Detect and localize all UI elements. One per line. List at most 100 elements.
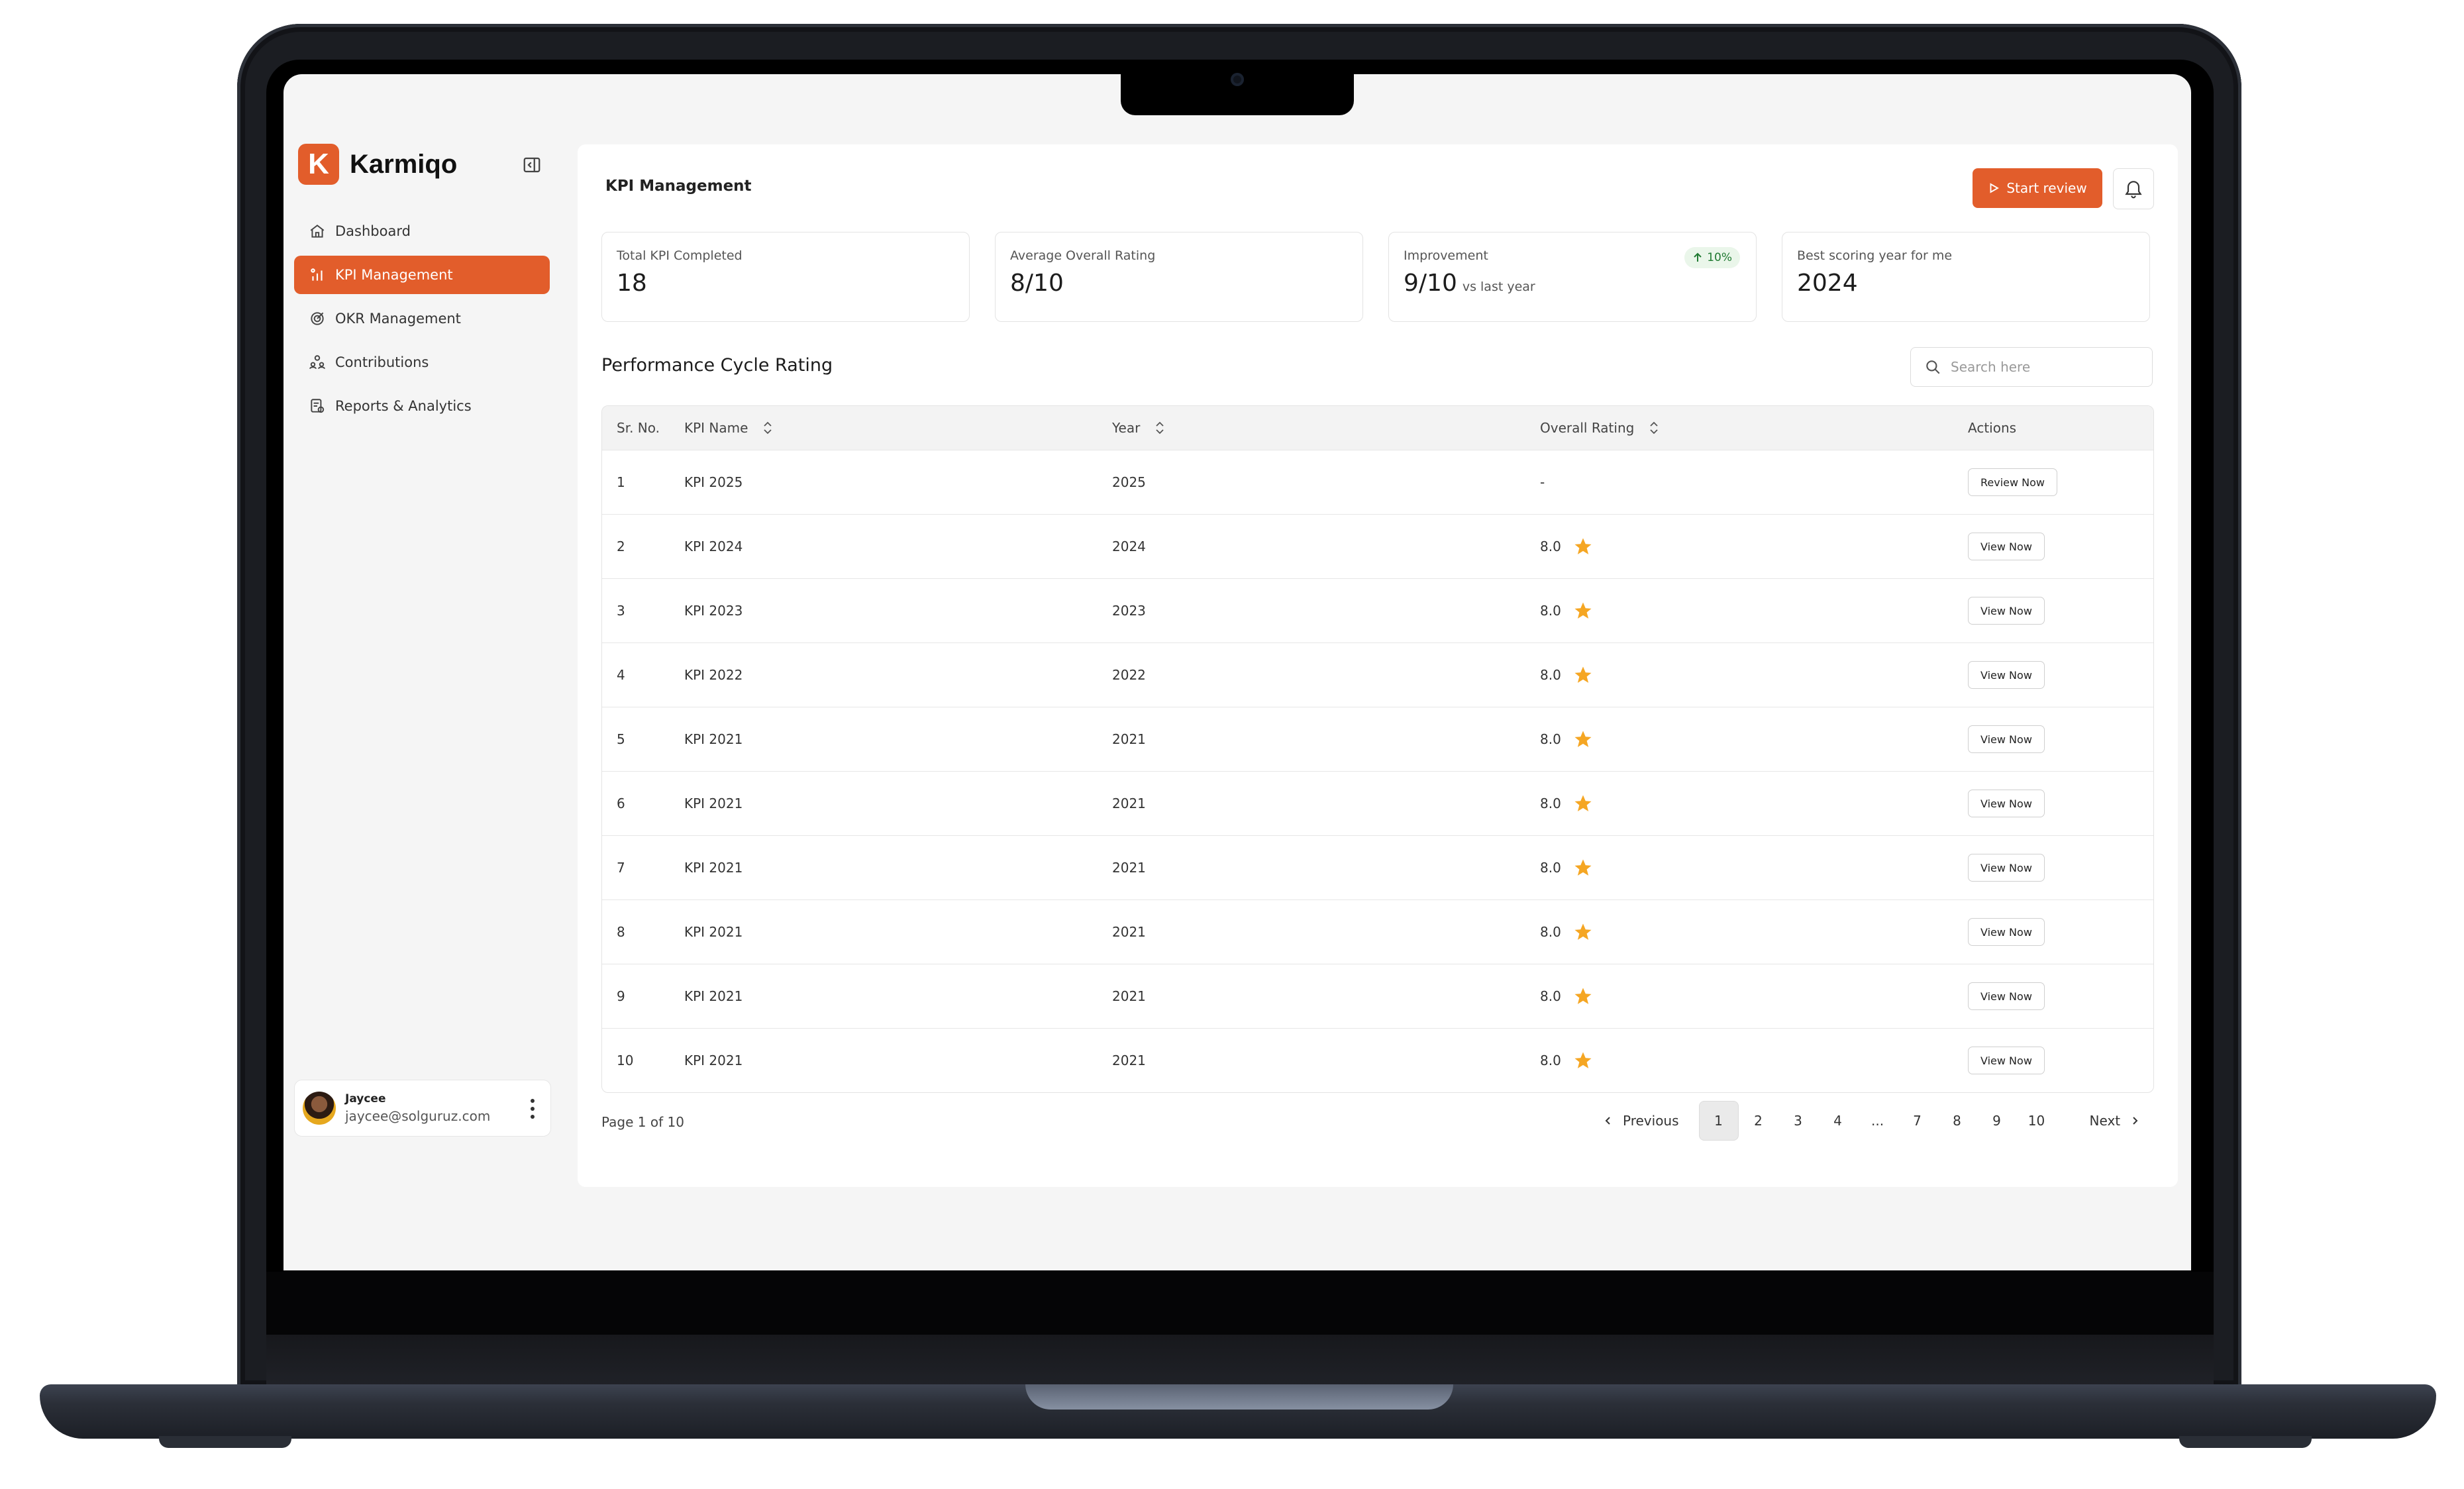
cell-year: 2021	[1112, 1053, 1146, 1068]
sidebar-item-label: Reports & Analytics	[335, 398, 472, 414]
sidebar-item-dashboard[interactable]: Dashboard	[294, 212, 550, 250]
section-title: Performance Cycle Rating	[601, 355, 833, 376]
cell-year: 2022	[1112, 667, 1146, 683]
page-number-button[interactable]: 8	[1937, 1101, 1977, 1141]
cell-kpi-name: KPI 2021	[684, 860, 743, 876]
report-icon	[311, 399, 325, 413]
logo[interactable]: K Karmiqo	[298, 143, 457, 185]
stat-card-total-kpi: Total KPI Completed 18	[601, 232, 970, 322]
header-label: KPI Name	[684, 420, 748, 436]
cell-actions: View Now	[1952, 854, 2153, 882]
previous-page-button[interactable]: Previous	[1591, 1101, 1691, 1141]
header-label: Year	[1112, 420, 1141, 436]
kpi-table: Sr. No. KPI Name Year Overall Rating Act…	[601, 405, 2154, 1093]
rating-value: 8.0	[1540, 860, 1561, 876]
page-number-button[interactable]: 4	[1818, 1101, 1858, 1141]
view-now-button[interactable]: View Now	[1968, 1047, 2045, 1074]
header-actions: Actions	[1968, 420, 2017, 436]
page-number-button[interactable]: 9	[1977, 1101, 2017, 1141]
table-body: 1 KPI 2025 2025 - Review Now 2 KPI 2024 …	[602, 450, 2153, 1092]
header-overall-rating[interactable]: Overall Rating	[1524, 420, 1952, 436]
cell-rating: 8.0	[1524, 601, 1952, 621]
start-review-label: Start review	[2006, 180, 2087, 196]
rating-value: 8.0	[1540, 924, 1561, 940]
cell-year: 2021	[1112, 860, 1146, 876]
search-box[interactable]	[1910, 347, 2153, 387]
bell-icon	[2125, 181, 2142, 199]
cell-kpi-name: KPI 2021	[684, 796, 743, 811]
user-email: jaycee@solguruz.com	[345, 1108, 491, 1124]
cell-kpi-name: KPI 2022	[684, 667, 743, 683]
header-sr-no: Sr. No.	[617, 420, 660, 436]
page-ellipsis: ...	[1871, 1113, 1884, 1129]
star-icon	[1574, 538, 1592, 554]
sidebar: K Karmiqo Dashboard KPI Management OKR M…	[283, 74, 568, 1270]
search-icon	[1926, 360, 1940, 374]
header-year[interactable]: Year	[1096, 420, 1524, 436]
stat-value-number: 9/10	[1404, 270, 1457, 297]
rating-value: 8.0	[1540, 667, 1561, 683]
sidebar-item-reports-analytics[interactable]: Reports & Analytics	[294, 387, 550, 425]
cell-actions: Review Now	[1952, 468, 2153, 496]
review-now-button[interactable]: Review Now	[1968, 468, 2058, 496]
rating-value: 8.0	[1540, 731, 1561, 747]
cell-kpi-name: KPI 2024	[684, 539, 743, 554]
next-page-button[interactable]: Next	[2078, 1101, 2153, 1141]
user-card[interactable]: Jaycee jaycee@solguruz.com	[294, 1080, 551, 1137]
notification-button[interactable]	[2113, 168, 2154, 209]
table-row: 5 KPI 2021 2021 8.0 View Now	[602, 707, 2153, 771]
cell-year: 2021	[1112, 796, 1146, 811]
view-now-button[interactable]: View Now	[1968, 854, 2045, 882]
view-now-button[interactable]: View Now	[1968, 982, 2045, 1010]
cell-actions: View Now	[1952, 533, 2153, 560]
star-icon	[1574, 988, 1592, 1004]
page-number-button[interactable]: 7	[1898, 1101, 1937, 1141]
page-number-button[interactable]: 2	[1739, 1101, 1778, 1141]
cell-sr-no: 4	[617, 667, 625, 683]
stat-label: Total KPI Completed	[617, 248, 743, 263]
header-kpi-name[interactable]: KPI Name	[668, 420, 1096, 436]
badge-text: 10%	[1707, 251, 1732, 264]
view-now-button[interactable]: View Now	[1968, 533, 2045, 560]
bar-chart-icon	[311, 268, 323, 281]
rating-value: 8.0	[1540, 988, 1561, 1004]
sidebar-item-label: OKR Management	[335, 311, 461, 327]
page-number-button[interactable]: 3	[1778, 1101, 1818, 1141]
page-number-button[interactable]: 10	[2017, 1101, 2057, 1141]
view-now-button[interactable]: View Now	[1968, 725, 2045, 753]
table-row: 2 KPI 2024 2024 8.0 View Now	[602, 514, 2153, 578]
sidebar-collapse-icon[interactable]	[522, 155, 542, 175]
cell-sr-no: 3	[617, 603, 625, 619]
chevron-left-icon	[1605, 1117, 1610, 1125]
start-review-button[interactable]: Start review	[1973, 168, 2102, 208]
stat-value: 2024	[1797, 270, 1858, 297]
logo-text: Karmiqo	[350, 149, 458, 179]
stat-value: 9/10 vs last year	[1404, 270, 1741, 297]
kebab-menu-icon[interactable]	[529, 1098, 536, 1120]
camera-icon	[1231, 73, 1244, 86]
cell-sr-no: 6	[617, 796, 625, 811]
sort-icon[interactable]	[1649, 421, 1659, 435]
rating-value: -	[1540, 474, 1545, 490]
view-now-button[interactable]: View Now	[1968, 918, 2045, 946]
sort-icon[interactable]	[1155, 421, 1165, 435]
stat-card-improvement: Improvement 9/10 vs last year 10%	[1388, 232, 1757, 322]
table-row: 1 KPI 2025 2025 - Review Now	[602, 450, 2153, 514]
sidebar-item-contributions[interactable]: Contributions	[294, 343, 550, 382]
page-number-button[interactable]: 1	[1698, 1101, 1739, 1141]
view-now-button[interactable]: View Now	[1968, 790, 2045, 817]
view-now-button[interactable]: View Now	[1968, 597, 2045, 625]
sidebar-item-kpi-management[interactable]: KPI Management	[294, 256, 550, 294]
sort-icon[interactable]	[762, 421, 773, 435]
sidebar-item-okr-management[interactable]: OKR Management	[294, 299, 550, 338]
cell-rating: 8.0	[1524, 986, 1952, 1006]
cell-year: 2021	[1112, 988, 1146, 1004]
sidebar-item-label: Dashboard	[335, 223, 411, 239]
view-now-button[interactable]: View Now	[1968, 661, 2045, 689]
search-input[interactable]	[1949, 358, 2144, 376]
stat-label: Average Overall Rating	[1010, 248, 1156, 263]
star-icon	[1574, 602, 1592, 619]
page-info: Page 1 of 10	[601, 1114, 684, 1130]
cell-kpi-name: KPI 2023	[684, 603, 743, 619]
rating-value: 8.0	[1540, 539, 1561, 554]
